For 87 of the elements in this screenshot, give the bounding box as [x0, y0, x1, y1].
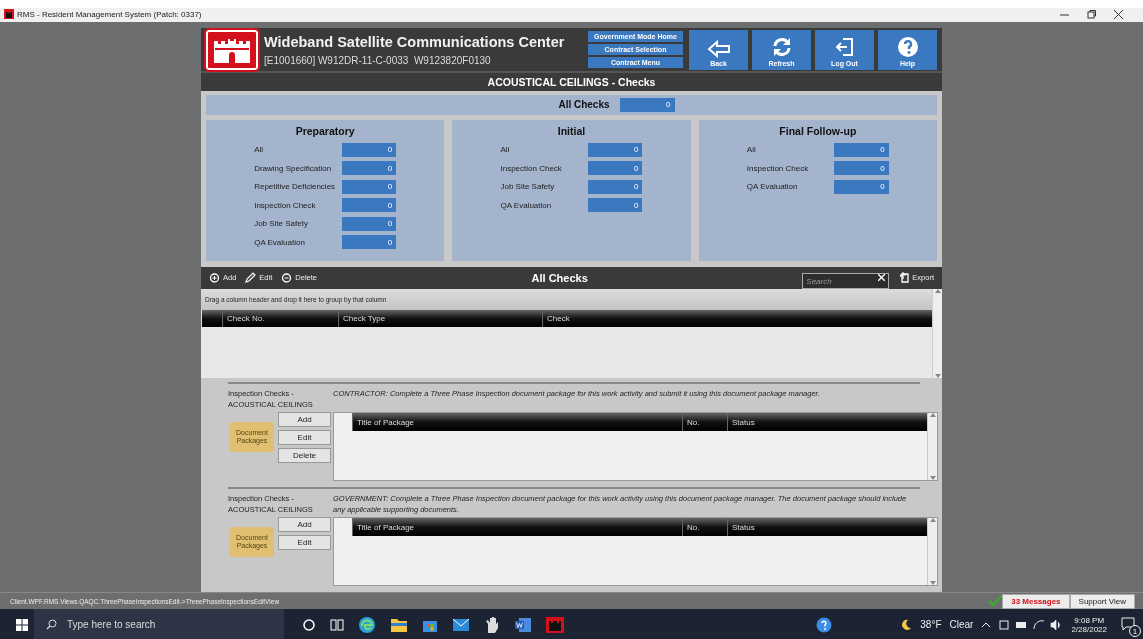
task-view-icon[interactable] [330, 617, 344, 632]
castle-app-icon [4, 9, 14, 19]
check-category-label: Repetitive Deficiencies [254, 182, 337, 192]
moon-icon [900, 618, 913, 631]
package-button[interactable]: Add [278, 517, 331, 532]
logout-icon [833, 35, 856, 58]
edit-icon [245, 272, 257, 284]
check-category-label: All [746, 145, 757, 155]
check-category-label: Inspection Check [746, 163, 810, 173]
phase-title: Final Follow-up [779, 124, 857, 137]
clock[interactable]: 9:08 PM 2/28/2022 [1071, 615, 1107, 634]
column-header[interactable]: Title of Package [352, 413, 682, 431]
column-header[interactable]: No. [682, 518, 727, 536]
export-icon [898, 272, 910, 284]
site-title: Wideband Satellite Communications Center [264, 33, 566, 50]
scrollbar[interactable] [927, 413, 937, 480]
count-value: 0 [587, 198, 643, 213]
check-category-label: Inspection Check [500, 163, 563, 173]
scrollbar[interactable] [932, 289, 942, 378]
folder-icon[interactable] [390, 616, 408, 633]
chevron-up-icon[interactable] [981, 621, 992, 628]
count-value: 0 [587, 179, 643, 194]
contract-number: [E1001660] W912DR-11-C-0033 W9123820F0130 [264, 54, 492, 66]
taskbar-search-field[interactable]: Type here to search [34, 609, 284, 639]
help-icon [896, 35, 919, 58]
count-value: 0 [619, 97, 675, 112]
count-value: 0 [341, 179, 397, 194]
search-icon [46, 619, 57, 630]
scroll-down-icon[interactable] [929, 476, 936, 480]
count-value: 0 [341, 216, 397, 231]
hand-icon[interactable] [484, 615, 500, 634]
restore-icon[interactable] [1087, 9, 1096, 19]
count-value: 0 [341, 198, 397, 213]
castle-app-icon[interactable] [546, 616, 564, 633]
scroll-down-icon[interactable] [929, 581, 936, 585]
support-view-link[interactable]: Support View [1069, 593, 1135, 609]
page-title: ACOUSTICAL CEILINGS - Checks [201, 73, 942, 91]
phase-title: Initial [557, 124, 586, 137]
check-category-label: All [500, 145, 511, 155]
back-arrow-icon [706, 39, 731, 58]
package-button[interactable]: Delete [278, 448, 331, 463]
scroll-down-icon[interactable] [934, 374, 941, 378]
scroll-up-icon[interactable] [929, 413, 936, 417]
temperature: 38°F [920, 619, 942, 630]
check-category-label: QA Evaluation [500, 200, 553, 210]
help-icon[interactable] [816, 616, 833, 633]
package-button[interactable]: Edit [278, 535, 331, 550]
check-category-label: Inspection Check [254, 200, 317, 210]
check-category-label: Job Site Safety [500, 182, 556, 192]
delete-icon [281, 272, 293, 284]
package-button[interactable]: Add [278, 412, 331, 427]
check-category-label: Drawing Specification [254, 163, 333, 173]
windows-start-icon[interactable] [16, 618, 28, 631]
window-title: RMS - Resident Management System (Patch: 0337) [17, 9, 203, 19]
count-value: 0 [834, 179, 889, 194]
add-icon [209, 272, 220, 284]
count-value: 0 [341, 142, 397, 157]
check-category-label: Job Site Safety [254, 219, 309, 229]
mail-icon[interactable] [452, 617, 470, 632]
package-button[interactable]: Edit [278, 430, 331, 445]
checkmark-icon [988, 595, 1003, 607]
notification-count: 1 [1129, 625, 1141, 637]
phase-title: Preparatory [295, 124, 355, 137]
weather-text: Clear [949, 619, 974, 630]
close-icon[interactable] [1114, 9, 1123, 19]
count-value: 0 [341, 161, 397, 176]
circle-icon[interactable] [302, 617, 316, 632]
scrollbar[interactable] [927, 518, 937, 585]
clear-icon[interactable] [878, 274, 886, 282]
summary-label: All Checks [558, 99, 610, 111]
browser-icon[interactable] [358, 615, 376, 634]
count-value: 0 [341, 235, 397, 250]
count-value: 0 [587, 161, 643, 176]
check-category-label: All [254, 145, 265, 155]
notification-icon[interactable] [1121, 617, 1135, 630]
messages-link[interactable]: 33 Messages [1002, 593, 1070, 609]
count-value: 0 [587, 142, 643, 157]
search-field[interactable]: Search [802, 273, 890, 290]
scroll-up-icon[interactable] [929, 518, 936, 522]
column-header[interactable]: No. [682, 413, 727, 431]
grid-title: All Checks [530, 271, 589, 284]
count-value: 0 [834, 142, 889, 157]
count-value: 0 [834, 161, 889, 176]
column-header[interactable]: Title of Package [352, 518, 682, 536]
document-app-icon[interactable] [514, 616, 532, 633]
check-category-label: QA Evaluation [746, 182, 799, 192]
check-category-label: QA Evaluation [254, 237, 306, 247]
